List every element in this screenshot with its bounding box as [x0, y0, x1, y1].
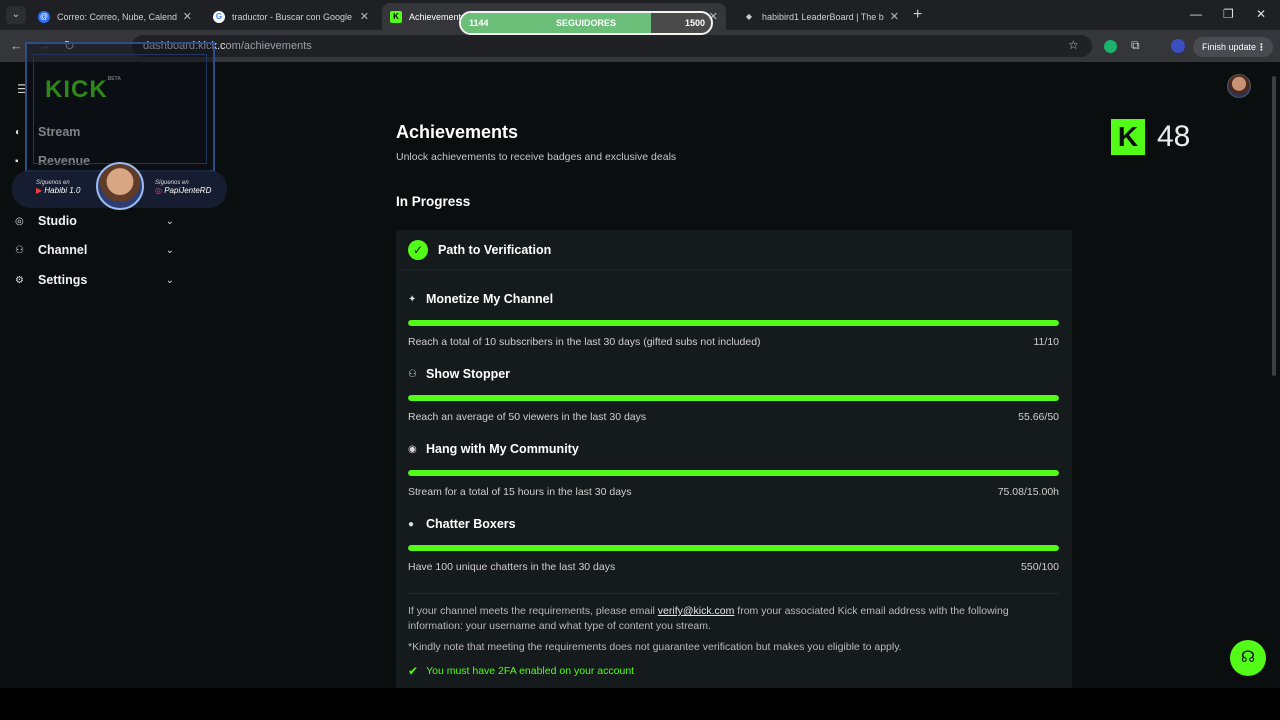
minimize-icon[interactable]: —: [1190, 7, 1202, 21]
tab-title: Correo: Correo, Nube, Calendario,: [57, 11, 177, 22]
progress-fill: [408, 545, 1059, 551]
card-title: Path to Verification: [438, 242, 552, 257]
finish-update-button[interactable]: Finish update ⋮: [1193, 37, 1273, 57]
achievement-value: 75.08/15.00h: [997, 486, 1059, 498]
finish-update-label: Finish update: [1202, 42, 1257, 52]
achievement-value: 550/100: [1021, 561, 1059, 573]
progress-bar: [408, 395, 1059, 401]
bookmark-star-icon[interactable]: ☆: [1068, 38, 1079, 52]
verify-email-link[interactable]: verify@kick.com: [658, 605, 735, 617]
chevron-down-icon: ⌄: [165, 274, 174, 286]
instagram-name: PapiJenteRD: [164, 186, 212, 195]
achievement-title: Show Stopper: [426, 367, 511, 381]
chevron-down-icon: ⌄: [165, 215, 174, 227]
check-icon: ✔: [408, 664, 419, 678]
achievement-show-stopper: ⚇ Show Stopper Reach an average of 50 vie…: [408, 367, 1059, 423]
chat-icon: ●: [408, 518, 415, 530]
address-bar[interactable]: dashboard.kick.com/achievements: [132, 35, 1092, 57]
page-title: Achievements: [396, 122, 519, 142]
close-icon[interactable]: ✕: [890, 10, 899, 23]
instagram-social: Síguenos en ◎ PapiJenteRD: [155, 180, 211, 195]
close-window-icon[interactable]: ✕: [1256, 7, 1266, 21]
back-icon[interactable]: ←: [10, 38, 23, 53]
progress-bar: [408, 545, 1059, 551]
progress-fill: [408, 320, 1059, 326]
achievement-value: 55.66/50: [1018, 411, 1059, 423]
users-icon: ⚇: [408, 368, 417, 380]
kick-count-value: 48: [1157, 120, 1191, 153]
close-icon[interactable]: ✕: [183, 10, 192, 23]
tab-title: traductor - Buscar con Google: [232, 11, 353, 22]
taskbar-strip: [0, 688, 1280, 720]
channel-icon: ⚇: [15, 244, 24, 256]
sidebar-item-studio[interactable]: ◎ Studio ⌄: [0, 210, 190, 232]
mail-icon: @: [38, 10, 50, 23]
sidebar-item-channel[interactable]: ⚇ Channel ⌄: [0, 239, 190, 261]
kick-k-icon: K: [1111, 119, 1145, 155]
requirement-text: You must have 2FA enabled on your accoun…: [426, 665, 635, 677]
section-title-in-progress: In Progress: [396, 194, 471, 209]
kick-favicon-icon: K: [390, 10, 402, 23]
youtube-name: Habibi 1.0: [44, 186, 81, 195]
close-icon[interactable]: ✕: [360, 10, 369, 23]
studio-icon: ◎: [15, 215, 24, 227]
kick-count-widget: K 48: [1111, 117, 1190, 157]
verification-note: *Kindly note that meeting the requiremen…: [408, 641, 902, 653]
page-scrollbar[interactable]: [1272, 76, 1276, 376]
google-icon: G: [213, 10, 225, 23]
progress-fill: [408, 395, 1059, 401]
achievement-description: Stream for a total of 15 hours in the la…: [408, 486, 632, 498]
followers-goal: 1500: [684, 18, 705, 28]
youtube-icon: ▶: [36, 186, 43, 195]
gear-icon: ⚙: [15, 274, 24, 286]
extensions-puzzle-icon[interactable]: ⧉: [1131, 38, 1140, 53]
extension-icon[interactable]: [1104, 40, 1117, 53]
verification-info: If your channel meets the requirements, …: [408, 604, 1059, 634]
diamond-icon: ◆: [745, 11, 753, 21]
youtube-social: Síguenos en ▶ Habibi 1.0: [36, 180, 80, 195]
requirement-2fa: ✔ You must have 2FA enabled on your acco…: [408, 664, 634, 678]
user-avatar[interactable]: [1227, 74, 1251, 98]
achievement-monetize: ✦ Monetize My Channel Reach a total of 10…: [408, 292, 1059, 348]
info-text: If your channel meets the requirements, …: [408, 605, 658, 617]
url-path: om/achievements: [225, 40, 312, 52]
support-headset-button[interactable]: ☊: [1230, 640, 1266, 676]
tab-leaderboard[interactable]: ◆ habibird1 LeaderBoard | The best ✕: [735, 3, 907, 30]
tab-correo[interactable]: @ Correo: Correo, Nube, Calendario, ✕: [30, 3, 200, 30]
achievement-title: Hang with My Community: [426, 442, 579, 456]
followers-goal-bar: 1144 SEGUIDORES 1500: [459, 11, 713, 35]
achievement-description: Reach a total of 10 subscribers in the l…: [408, 336, 761, 348]
achievement-value: 11/10: [1033, 336, 1060, 348]
achievements-main: Achievements Unlock achievements to rece…: [396, 122, 1072, 720]
tab-title: habibird1 LeaderBoard | The best: [762, 11, 884, 22]
achievement-chatter: ● Chatter Boxers Have 100 unique chatters…: [408, 517, 1059, 573]
streamer-avatar: [96, 162, 144, 210]
achievement-description: Reach an average of 50 viewers in the la…: [408, 411, 647, 423]
card-header: ✓ Path to Verification: [396, 230, 1072, 270]
progress-bar: [408, 320, 1059, 326]
achievement-title: Chatter Boxers: [426, 517, 516, 531]
achievement-title: Monetize My Channel: [426, 292, 554, 306]
page-subtitle: Unlock achievements to receive badges an…: [396, 151, 677, 163]
new-tab-button[interactable]: +: [913, 6, 922, 24]
achievement-description: Have 100 unique chatters in the last 30 …: [408, 561, 616, 573]
webcam-frame: [25, 42, 215, 172]
maximize-icon[interactable]: ❐: [1223, 7, 1234, 21]
achievement-community: ◉ Hang with My Community Stream for a tot…: [408, 442, 1059, 498]
more-menu-icon: ⋮: [1257, 42, 1266, 52]
divider: [408, 593, 1059, 594]
verified-badge-icon: ✓: [408, 239, 428, 260]
verification-card: ✓ Path to Verification ✦ Monetize My Chan…: [396, 230, 1072, 720]
sidebar-item-settings[interactable]: ⚙ Settings ⌄: [0, 269, 190, 291]
sparkle-icon: ✦: [408, 293, 417, 305]
chevron-down-icon: ⌄: [165, 244, 174, 256]
browser-profile-icon[interactable]: [1171, 39, 1185, 53]
instagram-icon: ◎: [155, 186, 162, 195]
followers-label: SEGUIDORES: [555, 18, 616, 28]
broadcast-icon: ◉: [408, 443, 417, 455]
progress-bar: [408, 470, 1059, 476]
progress-fill: [408, 470, 1059, 476]
tab-search-button[interactable]: ⌄: [6, 6, 26, 24]
tab-traductor[interactable]: G traductor - Buscar con Google ✕: [205, 3, 377, 30]
